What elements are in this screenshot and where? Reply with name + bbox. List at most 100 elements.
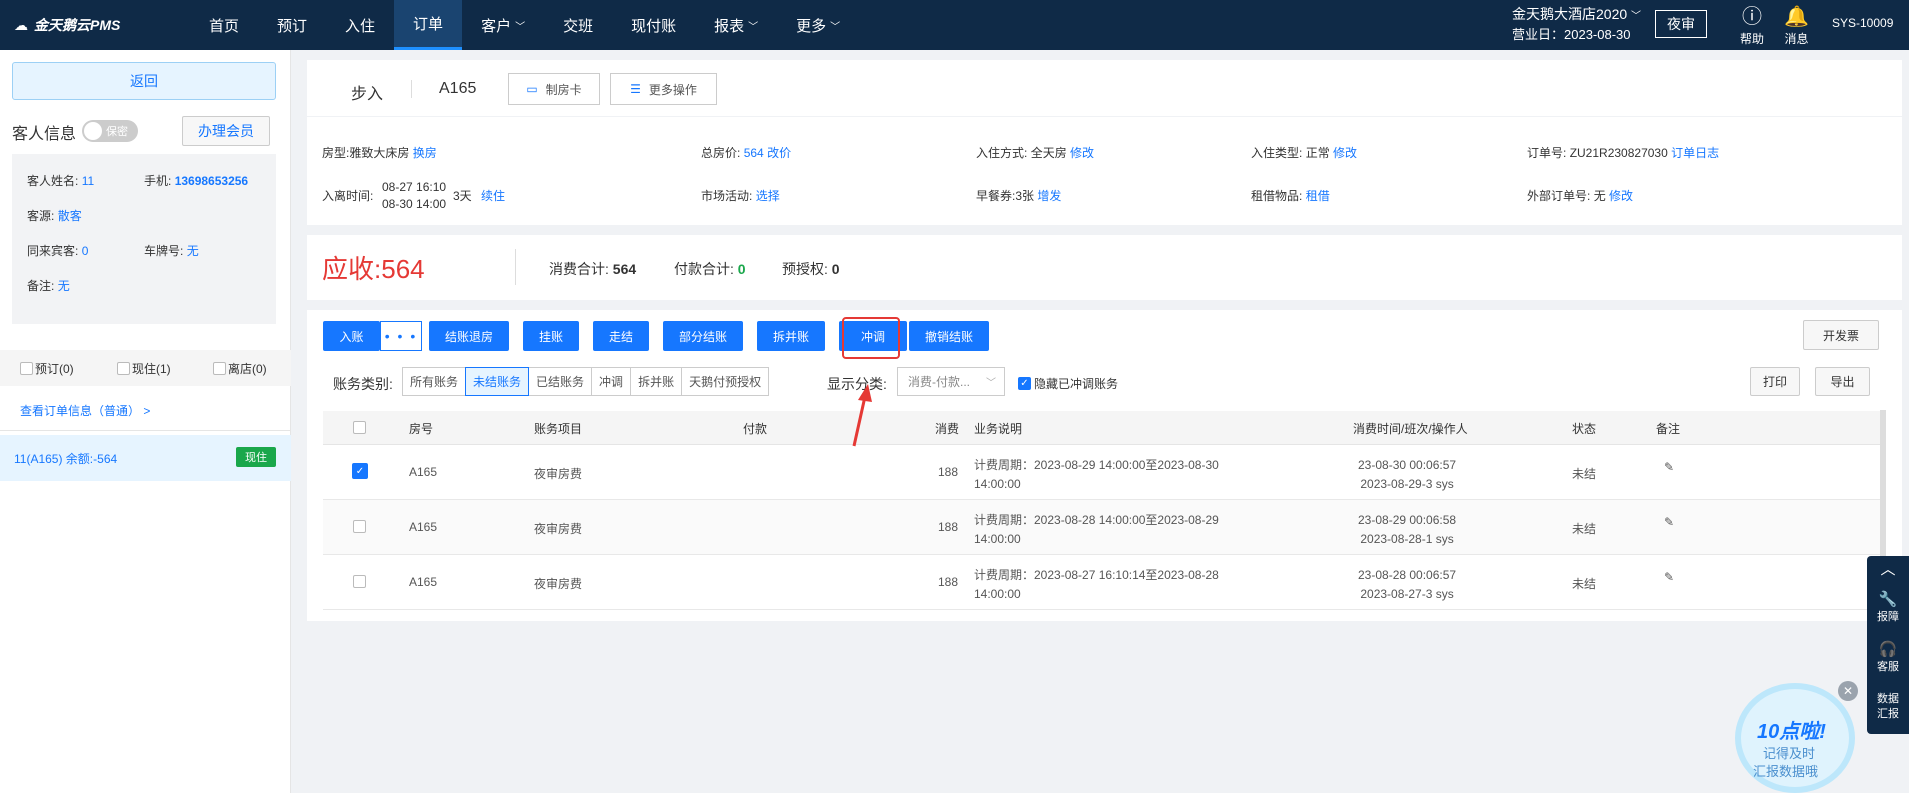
nav-item-home[interactable]: 首页 (190, 0, 258, 50)
checkbox[interactable] (20, 361, 33, 375)
checkbox[interactable] (117, 361, 130, 375)
collapse-button[interactable]: ︿ (1867, 562, 1909, 578)
checkbox[interactable] (213, 361, 226, 375)
due-label: 应收: (322, 254, 382, 284)
desc-line: 14:00:00 (974, 477, 1021, 491)
view-order-info-link[interactable]: 查看订单信息（普通） > (20, 402, 150, 419)
column-header: 房号 (409, 422, 434, 436)
field-value[interactable]: 11 (82, 174, 94, 188)
export-button[interactable]: 导出 (1815, 367, 1870, 396)
nav-item-orders[interactable]: 订单 (394, 0, 463, 50)
user-account[interactable]: SYS-10009 (1832, 16, 1893, 30)
field-label: 租借物品: (1251, 189, 1303, 203)
select-all-checkbox[interactable] (353, 421, 366, 434)
logo[interactable]: ☁ 金天鹅云PMS (0, 15, 190, 35)
help-button[interactable]: ⓘ 帮助 (1740, 4, 1764, 47)
guest-source: 客源: 散客 (27, 207, 82, 224)
card-icon: ▭ (526, 82, 538, 96)
total-price-field: 总房价: 564 改价 (701, 144, 791, 161)
field-value[interactable]: 0 (82, 244, 89, 258)
cell-time: 23-08-28 00:06:57 2023-08-27-3 sys (1358, 566, 1456, 604)
row-checkbox[interactable] (353, 520, 366, 533)
edit-link[interactable]: 修改 (1333, 146, 1357, 160)
night-audit-button[interactable]: 夜审 (1655, 10, 1707, 38)
table-row[interactable]: ✓ A165 夜审房费 188 计费周期：2023-08-29 14:00:00… (323, 445, 1884, 500)
more-operations-button[interactable]: ☰ 更多操作 (610, 73, 717, 105)
more-actions-button[interactable]: • • • (380, 321, 422, 351)
hotel-selector[interactable]: 金天鹅大酒店2020 ﹀ 营业日：2023-08-30 (1512, 5, 1641, 44)
nav-item-shift[interactable]: 交班 (544, 0, 612, 50)
payment-total: 付款合计: 0 (674, 259, 746, 279)
display-category-select[interactable]: 消费-付款... ﹀ (897, 367, 1005, 396)
edit-link[interactable]: 修改 (1609, 189, 1633, 203)
field-value[interactable]: 13698653256 (175, 174, 248, 188)
close-icon[interactable]: ✕ (1838, 681, 1858, 701)
row-checkbox[interactable] (353, 575, 366, 588)
hide-reversed-checkbox[interactable]: ✓ 隐藏已冲调账务 (1018, 375, 1118, 392)
nav-item-reports[interactable]: 报表 ﹀ (695, 0, 777, 50)
post-charge-button[interactable]: 入账 (323, 321, 380, 351)
print-button[interactable]: 打印 (1750, 367, 1800, 396)
button-label: 更多操作 (648, 82, 697, 97)
issue-invoice-button[interactable]: 开发票 (1803, 320, 1879, 350)
tab-departed[interactable]: 离店(0) (213, 360, 267, 377)
walk-settle-button[interactable]: 走结 (593, 321, 649, 351)
segment-split-merge[interactable]: 拆并账 (630, 367, 683, 396)
guest-plate: 车牌号: 无 (144, 242, 199, 259)
nav-item-customers[interactable]: 客户 ﹀ (462, 0, 544, 50)
make-room-card-button[interactable]: ▭ 制房卡 (508, 73, 600, 105)
column-header: 消费 (935, 422, 960, 436)
messages-button[interactable]: 🔔 消息 (1784, 4, 1809, 47)
split-merge-button[interactable]: 拆并账 (757, 321, 825, 351)
segment-unsettled[interactable]: 未结账务 (465, 367, 530, 396)
field-value[interactable]: 无 (58, 279, 70, 293)
nav-item-reservation[interactable]: 预订 (258, 0, 326, 50)
change-room-link[interactable]: 换房 (413, 146, 437, 160)
back-button[interactable]: 返回 (12, 62, 276, 100)
field-value[interactable]: 无 (187, 244, 199, 258)
edit-link[interactable]: 修改 (1070, 146, 1094, 160)
segment-reversed[interactable]: 冲调 (591, 367, 632, 396)
edit-remark-pencil-icon[interactable]: ✎ (1664, 570, 1674, 584)
nav-item-checkin[interactable]: 入住 (326, 0, 394, 50)
change-price-link[interactable]: 改价 (767, 146, 791, 160)
nav-item-cash-account[interactable]: 现付账 (612, 0, 695, 50)
promo-bubble[interactable]: 10点啦! 记得及时 汇报数据哦 (1735, 683, 1855, 793)
privacy-toggle[interactable]: 保密 (82, 120, 138, 142)
report-fault-button[interactable]: 🔧 报障 (1867, 592, 1909, 624)
partial-settle-button[interactable]: 部分结账 (663, 321, 743, 351)
nav-item-more[interactable]: 更多 ﹀ (777, 0, 859, 50)
rent-link[interactable]: 租借 (1306, 189, 1330, 203)
issue-link[interactable]: 增发 (1037, 189, 1061, 203)
order-info-panel: 房型:雅致大床房 换房 总房价: 564 改价 入住方式: 全天房 修改 入住类… (307, 117, 1902, 225)
check-icon[interactable]: ✓ (352, 463, 368, 479)
segment-settled[interactable]: 已结账务 (528, 367, 593, 396)
segment-all[interactable]: 所有账务 (402, 367, 467, 396)
status-badge: 现住 (236, 447, 276, 467)
customer-service-button[interactable]: 🎧 客服 (1867, 642, 1909, 674)
settle-checkout-button[interactable]: 结账退房 (429, 321, 509, 351)
promo-title: 10点啦! (1757, 721, 1826, 743)
due-value: 564 (381, 254, 425, 284)
desc-line: 14:00:00 (974, 532, 1021, 546)
segment-preauth[interactable]: 天鹅付预授权 (681, 367, 770, 396)
cancel-settle-button[interactable]: 撤销结账 (909, 321, 989, 351)
field-label: 客人姓名: (27, 174, 79, 188)
data-report-button[interactable]: 数据 汇报 (1867, 692, 1909, 722)
check-icon[interactable]: ✓ (1018, 377, 1031, 390)
edit-remark-pencil-icon[interactable]: ✎ (1664, 515, 1674, 529)
hang-account-button[interactable]: 挂账 (523, 321, 579, 351)
field-value[interactable]: 散客 (58, 209, 82, 223)
table-row[interactable]: A165 夜审房费 188 计费周期：2023-08-28 14:00:00至2… (323, 500, 1884, 555)
table-row[interactable]: A165 夜审房费 188 计费周期：2023-08-27 16:10:14至2… (323, 555, 1884, 610)
guest-remark: 备注: 无 (27, 277, 70, 294)
select-link[interactable]: 选择 (756, 189, 780, 203)
order-log-link[interactable]: 订单日志 (1671, 146, 1719, 160)
extend-stay-link[interactable]: 续住 (481, 187, 505, 204)
edit-remark-pencil-icon[interactable]: ✎ (1664, 460, 1674, 474)
tab-reserved[interactable]: 预订(0) (20, 360, 74, 377)
add-member-button[interactable]: 办理会员 (182, 116, 270, 146)
tab-in-house[interactable]: 现住(1) (117, 360, 171, 377)
panel-label: 报障 (1877, 611, 1899, 623)
cell-status: 未结 (1572, 577, 1597, 591)
